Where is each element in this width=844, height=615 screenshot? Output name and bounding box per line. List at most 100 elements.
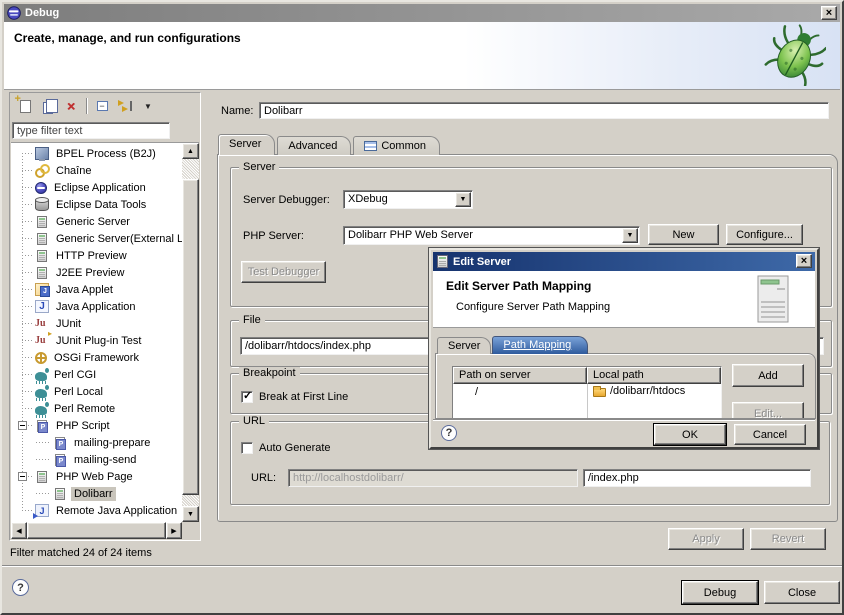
chevron-down-icon[interactable]: ▼ — [455, 192, 471, 207]
configure-button[interactable]: Configure... — [726, 224, 803, 245]
tree-item-label: J2EE Preview — [53, 266, 127, 280]
php-server-select[interactable]: Dolibarr PHP Web Server ▼ — [343, 226, 640, 245]
url-label: URL: — [251, 472, 276, 484]
table-icon — [364, 141, 377, 151]
tree-item[interactable]: Java Applet — [11, 281, 182, 298]
dialog-tab-path-mapping[interactable]: Path Mapping — [492, 336, 588, 354]
dialog-titlebar: Edit Server × — [433, 252, 815, 271]
test-debugger-button[interactable]: Test Debugger — [241, 261, 326, 283]
url-path-input[interactable] — [583, 469, 811, 487]
scroll-up-icon[interactable]: ▲ — [182, 143, 199, 159]
tree-item[interactable]: Java Application — [11, 298, 182, 315]
tab-advanced[interactable]: Advanced — [277, 136, 351, 155]
local-path-cell: /dolibarr/htdocs — [610, 385, 685, 397]
help-icon[interactable]: ? — [12, 579, 29, 596]
delete-icon[interactable]: × — [63, 98, 79, 114]
tree-item-label: JUnit Plug-in Test — [53, 334, 144, 348]
tree-item[interactable]: PHP Script — [11, 417, 182, 434]
filter-icon[interactable] — [117, 98, 133, 114]
tree-item[interactable]: J2EE Preview — [11, 264, 182, 281]
configurations-toolbar: × − ▼ — [10, 93, 200, 119]
tree-item-label: Generic Server(External La — [53, 232, 182, 246]
bpel-process-icon — [35, 147, 49, 160]
edit-button[interactable]: Edit... — [732, 402, 804, 419]
tab-server[interactable]: Server — [218, 134, 275, 155]
tree-item-label: Dolibarr — [71, 487, 116, 501]
tree-item[interactable]: BPEL Process (B2J) — [11, 145, 182, 162]
java-applet-icon — [35, 283, 49, 296]
tree-item[interactable]: PHP Web Page — [11, 468, 182, 485]
configurations-panel: × − ▼ BPEL Process (B2J) Chaîne Eclipse … — [9, 92, 201, 541]
menu-dropdown-icon[interactable]: ▼ — [140, 98, 156, 114]
config-tabs: Server Advanced Common — [218, 134, 442, 155]
php-script-icon — [55, 437, 65, 449]
tree-horizontal-scrollbar[interactable]: ◀ ▶ — [11, 522, 182, 539]
page-title: Create, manage, and run configurations — [14, 31, 241, 45]
add-button[interactable]: Add — [732, 364, 804, 387]
tab-common[interactable]: Common — [353, 136, 440, 155]
tree-item[interactable]: Dolibarr — [11, 485, 182, 502]
tree-item[interactable]: mailing-prepare — [11, 434, 182, 451]
tree-item[interactable]: HTTP Preview — [11, 247, 182, 264]
tree-item[interactable]: Remote Java Application — [11, 502, 182, 519]
tree-item[interactable]: Chaîne — [11, 162, 182, 179]
filter-status-text: Filter matched 24 of 24 items — [10, 547, 152, 559]
break-first-line-label: Break at First Line — [259, 391, 348, 403]
tree-item[interactable]: OSGi Framework — [11, 349, 182, 366]
tree-item-label: Generic Server — [53, 215, 133, 229]
tree-item[interactable]: JUnit — [11, 315, 182, 332]
window-titlebar: Debug × — [4, 4, 840, 22]
config-tree: BPEL Process (B2J) Chaîne Eclipse Applic… — [11, 145, 182, 522]
server-icon — [37, 267, 47, 279]
tree-item[interactable]: Eclipse Application — [11, 179, 182, 196]
dialog-tab-server[interactable]: Server — [437, 337, 491, 354]
perl-icon — [35, 372, 47, 381]
path-mapping-table[interactable]: Path on server Local path / /dolibarr/ht… — [452, 366, 722, 419]
revert-button[interactable]: Revert — [750, 528, 826, 550]
scroll-down-icon[interactable]: ▼ — [182, 506, 199, 522]
server-debugger-select[interactable]: XDebug ▼ — [343, 190, 473, 209]
php-server-label: PHP Server: — [243, 230, 304, 242]
filter-input[interactable] — [12, 122, 170, 139]
name-input[interactable] — [259, 102, 829, 119]
collapse-all-icon[interactable]: − — [94, 98, 110, 114]
apply-button[interactable]: Apply — [668, 528, 744, 550]
scroll-left-icon[interactable]: ◀ — [11, 522, 27, 539]
tree-item[interactable]: Eclipse Data Tools — [11, 196, 182, 213]
debug-button[interactable]: Debug — [682, 581, 758, 604]
column-header-local-path[interactable]: Local path — [587, 367, 721, 384]
tree-item[interactable]: JUnit Plug-in Test — [11, 332, 182, 349]
tree-item[interactable]: Generic Server(External La — [11, 230, 182, 247]
scroll-right-icon[interactable]: ▶ — [166, 522, 182, 539]
eclipse-app-icon — [35, 182, 47, 194]
edit-server-dialog: Edit Server × Edit Server Path Mapping C… — [429, 248, 819, 449]
server-icon — [37, 216, 47, 228]
tree-item[interactable]: Perl Local — [11, 383, 182, 400]
tree-item[interactable]: Generic Server — [11, 213, 182, 230]
dialog-tabs: Server Path Mapping — [437, 335, 589, 354]
vertical-scroll-thumb[interactable] — [182, 179, 199, 495]
tree-item[interactable]: Perl CGI — [11, 366, 182, 383]
new-configuration-icon[interactable] — [17, 98, 33, 114]
tree-item[interactable]: mailing-send — [11, 451, 182, 468]
server-icon — [37, 250, 47, 262]
new-server-button[interactable]: New — [648, 224, 719, 245]
horizontal-scroll-thumb[interactable] — [27, 522, 166, 539]
duplicate-icon[interactable] — [40, 98, 56, 114]
tree-expander-icon[interactable] — [18, 472, 27, 481]
dialog-close-button[interactable]: × — [796, 254, 812, 268]
tree-vertical-scrollbar[interactable]: ▲ ▼ — [182, 143, 199, 522]
column-header-path-on-server[interactable]: Path on server — [453, 367, 587, 384]
break-first-line-checkbox[interactable] — [241, 391, 253, 403]
chevron-down-icon[interactable]: ▼ — [622, 228, 638, 243]
ok-button[interactable]: OK — [654, 424, 726, 445]
tree-item-label: BPEL Process (B2J) — [53, 147, 159, 161]
window-close-button[interactable]: × — [821, 6, 837, 20]
help-icon[interactable]: ? — [441, 425, 457, 441]
tree-item[interactable]: Perl Remote — [11, 400, 182, 417]
auto-generate-checkbox[interactable] — [241, 442, 253, 454]
close-button[interactable]: Close — [764, 581, 840, 604]
tree-expander-icon[interactable] — [18, 421, 27, 430]
server-icon — [37, 233, 47, 245]
cancel-button[interactable]: Cancel — [734, 424, 806, 445]
